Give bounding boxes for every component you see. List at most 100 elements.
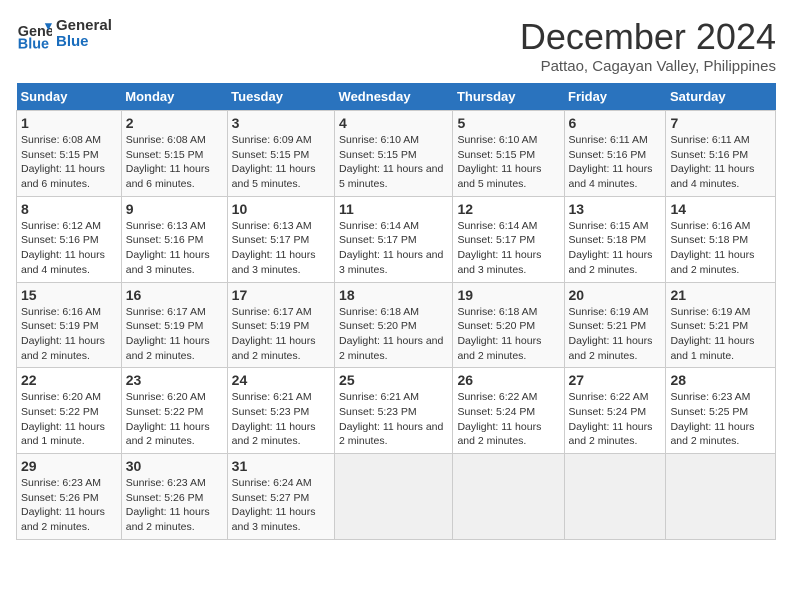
col-wednesday: Wednesday bbox=[335, 83, 453, 111]
day-info: Sunrise: 6:22 AM Sunset: 5:24 PM Dayligh… bbox=[569, 390, 662, 449]
day-number: 8 bbox=[21, 201, 117, 217]
calendar-cell: 13 Sunrise: 6:15 AM Sunset: 5:18 PM Dayl… bbox=[564, 196, 666, 282]
day-number: 27 bbox=[569, 372, 662, 388]
day-number: 22 bbox=[21, 372, 117, 388]
header: General Blue General Blue December 2024 … bbox=[16, 16, 776, 75]
day-number: 28 bbox=[670, 372, 771, 388]
day-info: Sunrise: 6:12 AM Sunset: 5:16 PM Dayligh… bbox=[21, 219, 117, 278]
calendar-cell: 1 Sunrise: 6:08 AM Sunset: 5:15 PM Dayli… bbox=[17, 111, 122, 197]
week-row-2: 8 Sunrise: 6:12 AM Sunset: 5:16 PM Dayli… bbox=[17, 196, 776, 282]
day-info: Sunrise: 6:17 AM Sunset: 5:19 PM Dayligh… bbox=[232, 305, 330, 364]
day-info: Sunrise: 6:20 AM Sunset: 5:22 PM Dayligh… bbox=[21, 390, 117, 449]
day-info: Sunrise: 6:21 AM Sunset: 5:23 PM Dayligh… bbox=[232, 390, 330, 449]
calendar-cell: 8 Sunrise: 6:12 AM Sunset: 5:16 PM Dayli… bbox=[17, 196, 122, 282]
day-number: 21 bbox=[670, 287, 771, 303]
calendar-cell: 9 Sunrise: 6:13 AM Sunset: 5:16 PM Dayli… bbox=[121, 196, 227, 282]
day-number: 1 bbox=[21, 115, 117, 131]
day-number: 7 bbox=[670, 115, 771, 131]
calendar-cell: 6 Sunrise: 6:11 AM Sunset: 5:16 PM Dayli… bbox=[564, 111, 666, 197]
calendar-cell: 30 Sunrise: 6:23 AM Sunset: 5:26 PM Dayl… bbox=[121, 454, 227, 540]
calendar-table: Sunday Monday Tuesday Wednesday Thursday… bbox=[16, 83, 776, 540]
calendar-cell: 25 Sunrise: 6:21 AM Sunset: 5:23 PM Dayl… bbox=[335, 368, 453, 454]
calendar-cell: 31 Sunrise: 6:24 AM Sunset: 5:27 PM Dayl… bbox=[227, 454, 334, 540]
calendar-cell: 18 Sunrise: 6:18 AM Sunset: 5:20 PM Dayl… bbox=[335, 282, 453, 368]
day-info: Sunrise: 6:08 AM Sunset: 5:15 PM Dayligh… bbox=[21, 133, 117, 192]
day-number: 19 bbox=[457, 287, 559, 303]
calendar-cell: 3 Sunrise: 6:09 AM Sunset: 5:15 PM Dayli… bbox=[227, 111, 334, 197]
calendar-cell bbox=[564, 454, 666, 540]
calendar-cell bbox=[666, 454, 776, 540]
calendar-cell: 21 Sunrise: 6:19 AM Sunset: 5:21 PM Dayl… bbox=[666, 282, 776, 368]
calendar-cell: 26 Sunrise: 6:22 AM Sunset: 5:24 PM Dayl… bbox=[453, 368, 564, 454]
day-info: Sunrise: 6:18 AM Sunset: 5:20 PM Dayligh… bbox=[457, 305, 559, 364]
day-info: Sunrise: 6:10 AM Sunset: 5:15 PM Dayligh… bbox=[339, 133, 448, 192]
day-info: Sunrise: 6:09 AM Sunset: 5:15 PM Dayligh… bbox=[232, 133, 330, 192]
calendar-cell: 4 Sunrise: 6:10 AM Sunset: 5:15 PM Dayli… bbox=[335, 111, 453, 197]
subtitle: Pattao, Cagayan Valley, Philippines bbox=[520, 58, 776, 75]
day-info: Sunrise: 6:11 AM Sunset: 5:16 PM Dayligh… bbox=[670, 133, 771, 192]
calendar-cell: 2 Sunrise: 6:08 AM Sunset: 5:15 PM Dayli… bbox=[121, 111, 227, 197]
week-row-5: 29 Sunrise: 6:23 AM Sunset: 5:26 PM Dayl… bbox=[17, 454, 776, 540]
day-number: 16 bbox=[126, 287, 223, 303]
day-number: 13 bbox=[569, 201, 662, 217]
svg-text:Blue: Blue bbox=[18, 36, 49, 52]
day-info: Sunrise: 6:14 AM Sunset: 5:17 PM Dayligh… bbox=[457, 219, 559, 278]
day-number: 9 bbox=[126, 201, 223, 217]
calendar-cell: 22 Sunrise: 6:20 AM Sunset: 5:22 PM Dayl… bbox=[17, 368, 122, 454]
day-number: 25 bbox=[339, 372, 448, 388]
day-number: 18 bbox=[339, 287, 448, 303]
day-number: 20 bbox=[569, 287, 662, 303]
week-row-1: 1 Sunrise: 6:08 AM Sunset: 5:15 PM Dayli… bbox=[17, 111, 776, 197]
calendar-cell: 23 Sunrise: 6:20 AM Sunset: 5:22 PM Dayl… bbox=[121, 368, 227, 454]
logo-line1: General bbox=[56, 18, 112, 35]
day-info: Sunrise: 6:23 AM Sunset: 5:25 PM Dayligh… bbox=[670, 390, 771, 449]
day-number: 26 bbox=[457, 372, 559, 388]
col-sunday: Sunday bbox=[17, 83, 122, 111]
day-info: Sunrise: 6:22 AM Sunset: 5:24 PM Dayligh… bbox=[457, 390, 559, 449]
day-number: 24 bbox=[232, 372, 330, 388]
day-number: 30 bbox=[126, 458, 223, 474]
week-row-4: 22 Sunrise: 6:20 AM Sunset: 5:22 PM Dayl… bbox=[17, 368, 776, 454]
day-info: Sunrise: 6:18 AM Sunset: 5:20 PM Dayligh… bbox=[339, 305, 448, 364]
day-number: 10 bbox=[232, 201, 330, 217]
calendar-cell: 24 Sunrise: 6:21 AM Sunset: 5:23 PM Dayl… bbox=[227, 368, 334, 454]
day-info: Sunrise: 6:16 AM Sunset: 5:19 PM Dayligh… bbox=[21, 305, 117, 364]
day-number: 29 bbox=[21, 458, 117, 474]
calendar-cell: 14 Sunrise: 6:16 AM Sunset: 5:18 PM Dayl… bbox=[666, 196, 776, 282]
day-info: Sunrise: 6:15 AM Sunset: 5:18 PM Dayligh… bbox=[569, 219, 662, 278]
col-saturday: Saturday bbox=[666, 83, 776, 111]
day-number: 4 bbox=[339, 115, 448, 131]
main-title: December 2024 bbox=[520, 16, 776, 58]
col-thursday: Thursday bbox=[453, 83, 564, 111]
calendar-cell: 16 Sunrise: 6:17 AM Sunset: 5:19 PM Dayl… bbox=[121, 282, 227, 368]
day-info: Sunrise: 6:13 AM Sunset: 5:16 PM Dayligh… bbox=[126, 219, 223, 278]
day-info: Sunrise: 6:23 AM Sunset: 5:26 PM Dayligh… bbox=[21, 476, 117, 535]
day-info: Sunrise: 6:24 AM Sunset: 5:27 PM Dayligh… bbox=[232, 476, 330, 535]
day-number: 31 bbox=[232, 458, 330, 474]
logo-icon: General Blue bbox=[16, 16, 52, 52]
logo-line2: Blue bbox=[56, 34, 112, 51]
day-info: Sunrise: 6:16 AM Sunset: 5:18 PM Dayligh… bbox=[670, 219, 771, 278]
day-number: 14 bbox=[670, 201, 771, 217]
calendar-cell: 11 Sunrise: 6:14 AM Sunset: 5:17 PM Dayl… bbox=[335, 196, 453, 282]
day-number: 17 bbox=[232, 287, 330, 303]
calendar-cell: 20 Sunrise: 6:19 AM Sunset: 5:21 PM Dayl… bbox=[564, 282, 666, 368]
calendar-cell: 17 Sunrise: 6:17 AM Sunset: 5:19 PM Dayl… bbox=[227, 282, 334, 368]
calendar-cell bbox=[453, 454, 564, 540]
day-number: 5 bbox=[457, 115, 559, 131]
day-info: Sunrise: 6:19 AM Sunset: 5:21 PM Dayligh… bbox=[670, 305, 771, 364]
day-number: 12 bbox=[457, 201, 559, 217]
day-number: 2 bbox=[126, 115, 223, 131]
day-info: Sunrise: 6:10 AM Sunset: 5:15 PM Dayligh… bbox=[457, 133, 559, 192]
calendar-cell: 19 Sunrise: 6:18 AM Sunset: 5:20 PM Dayl… bbox=[453, 282, 564, 368]
week-row-3: 15 Sunrise: 6:16 AM Sunset: 5:19 PM Dayl… bbox=[17, 282, 776, 368]
calendar-cell: 10 Sunrise: 6:13 AM Sunset: 5:17 PM Dayl… bbox=[227, 196, 334, 282]
col-friday: Friday bbox=[564, 83, 666, 111]
col-monday: Monday bbox=[121, 83, 227, 111]
calendar-cell: 15 Sunrise: 6:16 AM Sunset: 5:19 PM Dayl… bbox=[17, 282, 122, 368]
day-info: Sunrise: 6:20 AM Sunset: 5:22 PM Dayligh… bbox=[126, 390, 223, 449]
header-row: Sunday Monday Tuesday Wednesday Thursday… bbox=[17, 83, 776, 111]
day-number: 3 bbox=[232, 115, 330, 131]
title-area: December 2024 Pattao, Cagayan Valley, Ph… bbox=[520, 16, 776, 75]
calendar-cell: 28 Sunrise: 6:23 AM Sunset: 5:25 PM Dayl… bbox=[666, 368, 776, 454]
